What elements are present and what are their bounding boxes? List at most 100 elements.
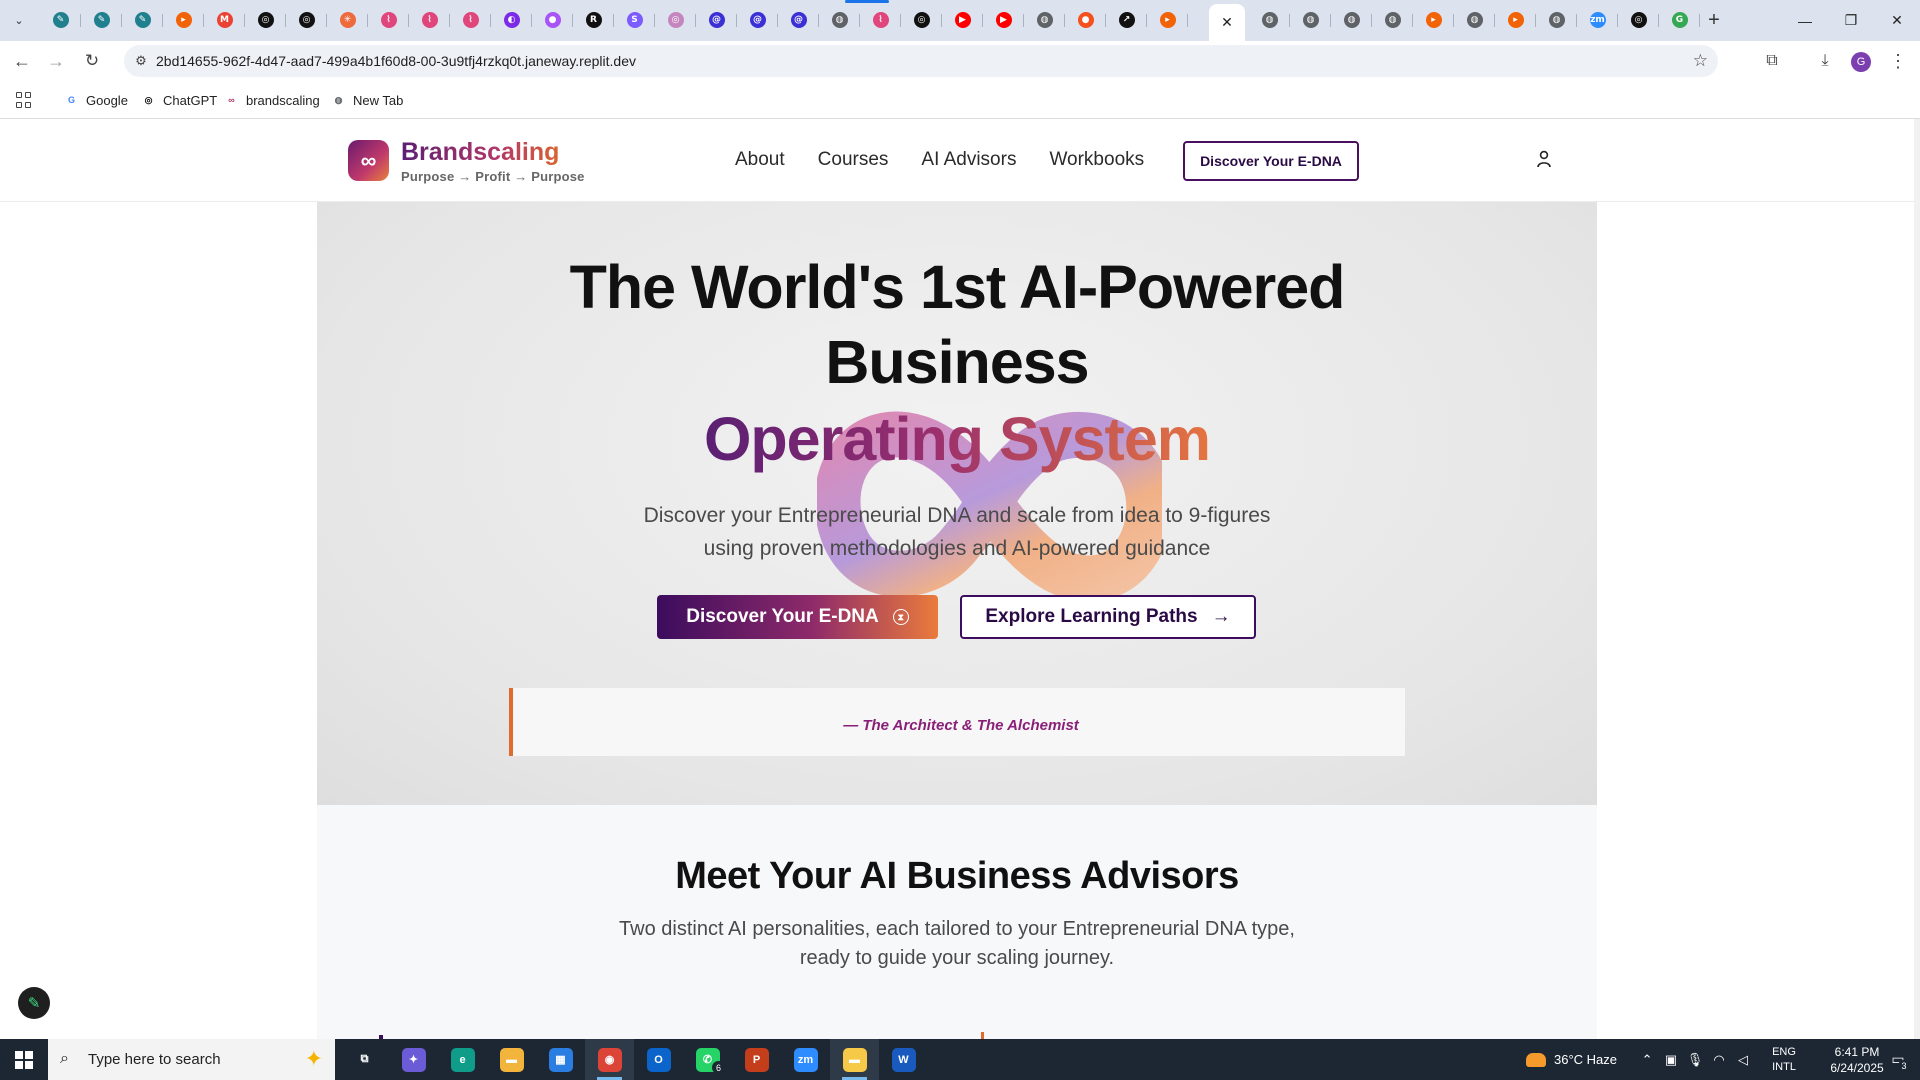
nav-workbooks[interactable]: Workbooks <box>1049 149 1144 171</box>
browser-tab[interactable]: ✎ <box>122 7 163 33</box>
browser-tab[interactable]: ◎ <box>286 7 327 33</box>
active-tab-close-icon[interactable]: ✕ <box>1209 4 1245 41</box>
browser-tab[interactable]: zm <box>1577 7 1618 33</box>
windows-start-icon[interactable] <box>0 1039 48 1080</box>
browser-tab[interactable]: ⌇ <box>860 7 901 33</box>
url-text[interactable]: 2bd14655-962f-4d47-aad7-499a4b1f60d8-00-… <box>156 53 636 69</box>
taskbar-app-sticky-notes[interactable]: ▬ <box>830 1039 879 1080</box>
outlook-icon: O <box>646 1047 671 1072</box>
browser-tab[interactable]: ▸ <box>163 7 204 33</box>
browser-tab[interactable]: M <box>204 7 245 33</box>
browser-tab[interactable]: ▶ <box>942 7 983 33</box>
site-info-icon[interactable]: ⚙ <box>132 52 150 70</box>
meet-now-icon[interactable]: ▣ <box>1659 1052 1683 1068</box>
tab-search-chevron-icon[interactable]: ⌄ <box>8 9 30 31</box>
browser-tab[interactable]: @ <box>778 7 819 33</box>
taskbar-app-whatsapp[interactable]: ✆ 6 <box>683 1039 732 1080</box>
browser-tab[interactable]: ✳ <box>327 7 368 33</box>
address-bar[interactable]: ⚙ 2bd14655-962f-4d47-aad7-499a4b1f60d8-0… <box>124 45 1718 77</box>
profile-avatar[interactable]: G <box>1851 52 1871 72</box>
shape-icon: ● <box>544 12 561 28</box>
taskbar-app-file-explorer[interactable]: ▬ <box>487 1039 536 1080</box>
close-window-icon[interactable]: ✕ <box>1874 0 1920 41</box>
infinity-logo-icon[interactable]: ∞ <box>348 140 389 181</box>
browser-tab[interactable]: ↗ <box>1106 7 1147 33</box>
browser-tab[interactable]: ⌇ <box>368 7 409 33</box>
taskbar-clock[interactable]: 6:41 PM 6/24/2025 <box>1821 1044 1893 1076</box>
quote-box: — The Architect & The Alchemist <box>509 688 1405 756</box>
browser-tab[interactable]: ◐ <box>491 7 532 33</box>
menu-kebab-icon[interactable]: ⋮ <box>1886 49 1910 73</box>
browser-tab[interactable]: ◍ <box>819 7 860 33</box>
taskbar-app-word[interactable]: W <box>879 1039 928 1080</box>
browser-tab[interactable]: ◎ <box>245 7 286 33</box>
explore-learning-paths-button[interactable]: Explore Learning Paths → <box>960 595 1256 639</box>
extensions-icon[interactable]: ⧉ <box>1760 49 1784 73</box>
brand-name[interactable]: Brandscaling <box>401 138 559 167</box>
chevron-up-icon[interactable]: ⌃ <box>1635 1052 1659 1068</box>
dna-icon: ⧗ <box>892 609 909 625</box>
browser-tab[interactable]: R <box>573 7 614 33</box>
reload-icon[interactable]: ↻ <box>80 49 104 73</box>
volume-icon[interactable]: ◁ <box>1731 1052 1755 1068</box>
discover-edna-button[interactable]: Discover Your E-DNA ⧗ <box>657 595 938 639</box>
nav-about[interactable]: About <box>735 149 785 171</box>
download-icon[interactable]: ⤓ <box>1813 49 1837 73</box>
user-account-icon[interactable] <box>1536 150 1552 168</box>
browser-tab[interactable]: ◍ <box>1372 7 1413 33</box>
r-icon: R <box>585 12 602 28</box>
bookmark-google[interactable]: G Google <box>64 91 128 109</box>
browser-tab[interactable]: ▸ <box>1495 7 1536 33</box>
edit-pencil-icon[interactable]: ✎ <box>18 987 50 1019</box>
bookmark-new-tab[interactable]: ◍ New Tab <box>331 91 404 109</box>
taskbar-app-microsoft-store[interactable]: ▦ <box>536 1039 585 1080</box>
taskbar-app-task-view[interactable]: ⧉ <box>340 1039 389 1080</box>
weather-widget[interactable]: 36°C Haze <box>1526 1052 1617 1067</box>
browser-tab[interactable]: ● <box>532 7 573 33</box>
apps-grid-icon[interactable] <box>16 92 32 108</box>
browser-tab[interactable]: ◎ <box>901 7 942 33</box>
browser-tab[interactable]: ● <box>1065 7 1106 33</box>
microphone-icon[interactable]: 🎙 <box>1683 1052 1707 1068</box>
nav-ai-advisors[interactable]: AI Advisors <box>921 149 1016 171</box>
nav-courses[interactable]: Courses <box>818 149 889 171</box>
taskbar-app-powerpoint[interactable]: P <box>732 1039 781 1080</box>
browser-tab[interactable]: ◍ <box>1454 7 1495 33</box>
browser-tab[interactable]: ◍ <box>1536 7 1577 33</box>
bookmark-brandscaling[interactable]: ∞ brandscaling <box>224 91 319 109</box>
language-indicator[interactable]: ENG INTL <box>1765 1045 1803 1075</box>
browser-tab[interactable]: ▶ <box>983 7 1024 33</box>
browser-tab[interactable]: ✎ <box>81 7 122 33</box>
browser-tab[interactable]: ◍ <box>1249 7 1290 33</box>
browser-tab[interactable]: ◍ <box>1290 7 1331 33</box>
browser-tab[interactable]: ◍ <box>1024 7 1065 33</box>
taskbar-app-outlook[interactable]: O <box>634 1039 683 1080</box>
taskbar-app-edge[interactable]: e <box>438 1039 487 1080</box>
browser-tab[interactable]: ▸ <box>1147 7 1188 33</box>
browser-tab[interactable]: ✎ <box>40 7 81 33</box>
minimize-icon[interactable]: — <box>1782 0 1828 41</box>
forward-icon[interactable]: → <box>44 49 68 73</box>
browser-tab[interactable]: @ <box>737 7 778 33</box>
taskbar-search-box[interactable]: ⌕ Type here to search ✦ <box>48 1039 335 1080</box>
taskbar-app-zoom[interactable]: zm <box>781 1039 830 1080</box>
bookmark-chatgpt[interactable]: ◎ ChatGPT <box>141 91 218 109</box>
browser-tab[interactable]: G <box>1659 7 1700 33</box>
wifi-icon[interactable]: ◠ <box>1707 1052 1731 1068</box>
browser-tab[interactable]: ▸ <box>1413 7 1454 33</box>
browser-tab[interactable]: ⌇ <box>450 7 491 33</box>
browser-tab[interactable]: ◎ <box>655 7 696 33</box>
taskbar-app-chrome[interactable]: ◉ <box>585 1039 634 1080</box>
browser-tab[interactable]: ◍ <box>1331 7 1372 33</box>
browser-tab[interactable]: ◎ <box>1618 7 1659 33</box>
browser-tab[interactable]: ⌇ <box>409 7 450 33</box>
browser-tab[interactable]: S <box>614 7 655 33</box>
new-tab-button[interactable]: + <box>1702 8 1726 32</box>
bookmark-star-icon[interactable]: ☆ <box>1693 51 1708 71</box>
browser-tab[interactable]: @ <box>696 7 737 33</box>
back-icon[interactable]: ← <box>10 49 34 73</box>
taskbar-app-copilot[interactable]: ✦ <box>389 1039 438 1080</box>
restore-icon[interactable]: ❐ <box>1828 0 1874 41</box>
page-scrollbar[interactable] <box>1914 119 1920 1039</box>
nav-discover-edna-button[interactable]: Discover Your E-DNA <box>1183 141 1359 181</box>
